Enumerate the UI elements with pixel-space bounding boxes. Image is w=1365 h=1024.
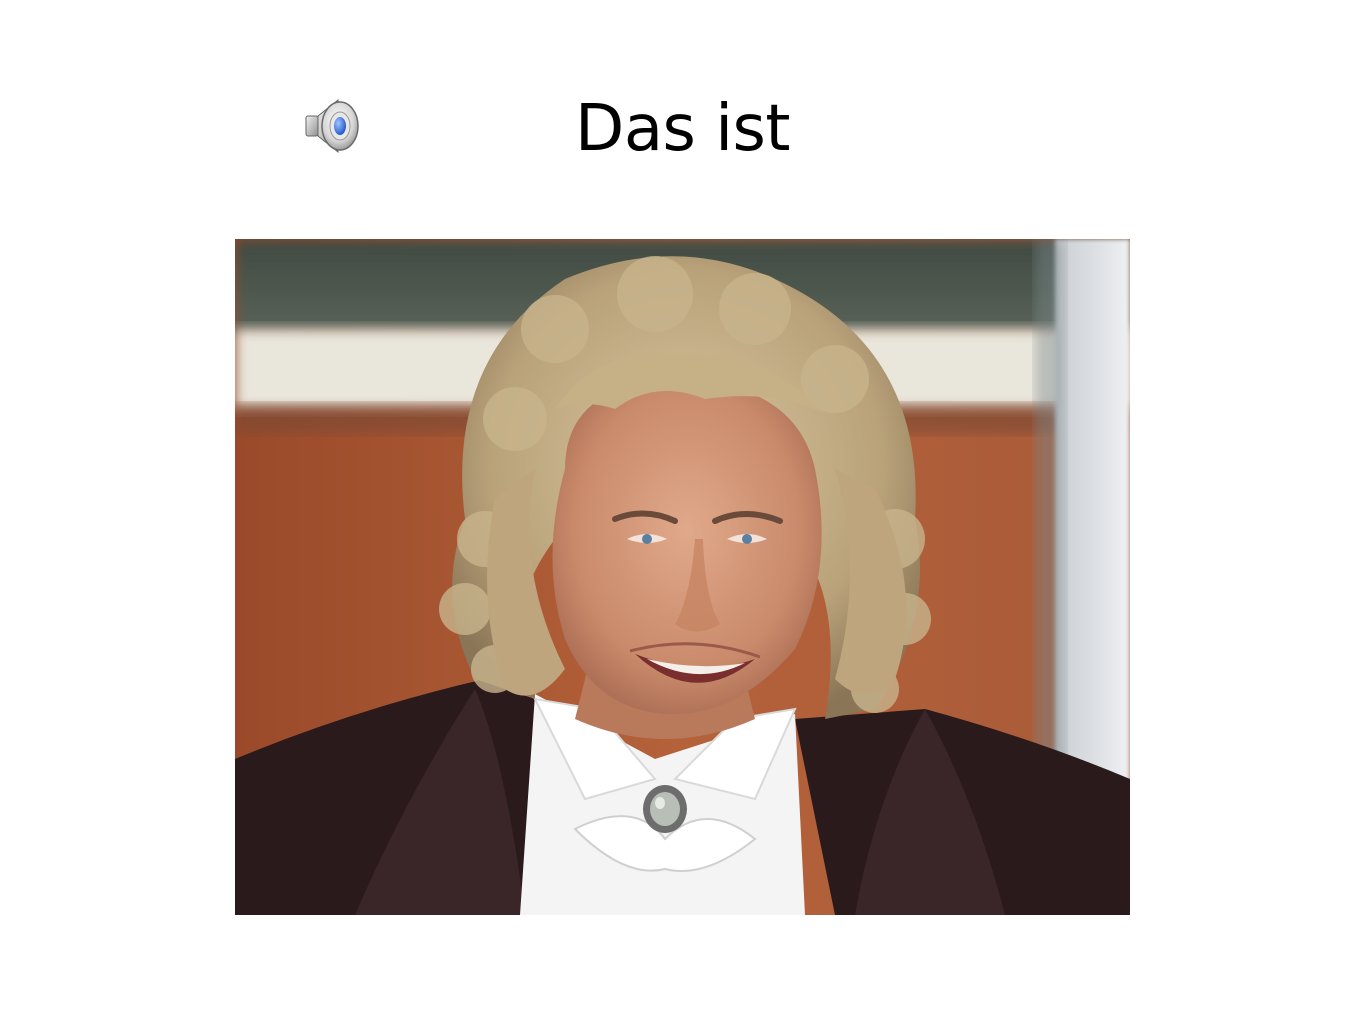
page-title: Das ist (575, 92, 790, 166)
slide: Das ist (0, 0, 1365, 1024)
portrait-photo (235, 239, 1130, 915)
